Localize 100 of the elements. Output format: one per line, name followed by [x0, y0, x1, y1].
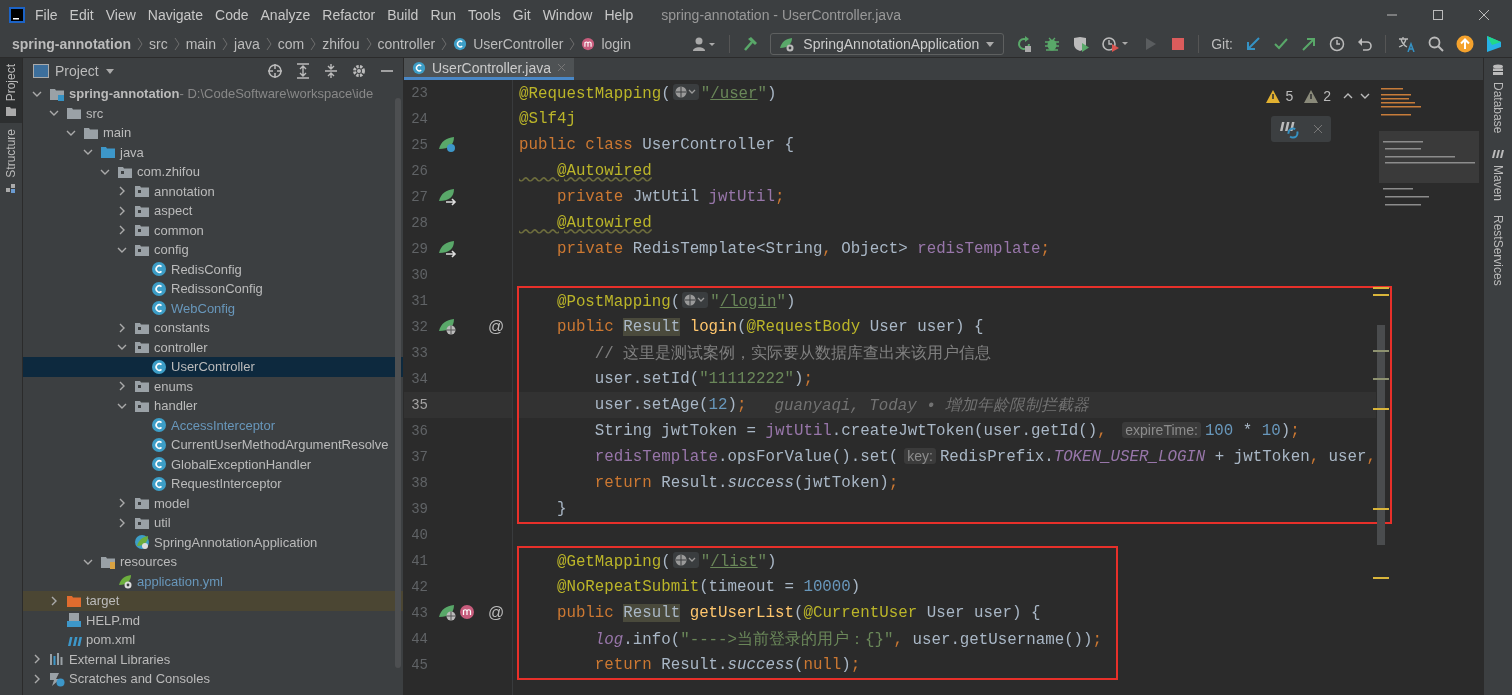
tree-row[interactable]: WebConfig — [23, 298, 403, 318]
warning-count[interactable]: 5 — [1285, 88, 1294, 104]
maven-reload-icon[interactable] — [1279, 119, 1301, 139]
collapse-all-icon[interactable] — [323, 63, 339, 79]
close-icon[interactable] — [1313, 124, 1323, 134]
tree-row[interactable]: enums — [23, 376, 403, 396]
shield-run-icon[interactable] — [1072, 35, 1091, 52]
leaf-arrow-icon[interactable] — [438, 240, 458, 258]
tree-row[interactable]: Scratches and Consoles — [23, 669, 403, 689]
menu-item[interactable]: Analyze — [260, 7, 311, 23]
user-icon[interactable] — [693, 35, 718, 52]
tree-row[interactable]: constants — [23, 318, 403, 338]
globe-icon[interactable] — [682, 291, 709, 308]
bug-icon[interactable] — [1044, 35, 1061, 52]
menu-item[interactable]: File — [35, 7, 58, 23]
update-icon[interactable] — [1456, 34, 1474, 53]
app-logo-icon — [9, 7, 25, 23]
tree-row[interactable]: application.yml — [23, 571, 403, 591]
tree-row[interactable]: spring-annotation- D:\CodeSoftware\workspace\ide — [23, 84, 403, 104]
menu-item[interactable]: Run — [430, 7, 457, 23]
menu-item[interactable]: Git — [512, 7, 531, 23]
tree-label: enums — [154, 378, 194, 394]
tree-row[interactable]: aspect — [23, 201, 403, 221]
leaf-icon[interactable] — [438, 136, 458, 154]
translate-icon[interactable] — [1398, 35, 1416, 52]
stop-icon[interactable] — [1170, 35, 1187, 52]
tree-row[interactable]: config — [23, 240, 403, 260]
tool-window-tab[interactable]: Database — [1491, 64, 1505, 134]
weak-warning-icon[interactable] — [1304, 89, 1319, 103]
tree-row[interactable]: RedissonConfig — [23, 279, 403, 299]
tree-row[interactable]: common — [23, 220, 403, 240]
search-icon[interactable] — [1428, 35, 1444, 52]
leaf-globe-icon[interactable] — [438, 604, 458, 622]
breadcrumb[interactable]: main — [185, 35, 217, 52]
profiler-icon[interactable] — [1102, 35, 1131, 52]
tree-row[interactable]: AccessInterceptor — [23, 415, 403, 435]
expand-all-icon[interactable] — [295, 63, 311, 79]
tree-row[interactable]: resources — [23, 552, 403, 572]
selected-tree-row[interactable]: UserController — [23, 357, 403, 377]
tool-window-tab[interactable]: RestServices — [1491, 215, 1505, 287]
tree-row[interactable]: SpringAnnotationApplication — [23, 532, 403, 552]
run-configuration-dropdown[interactable]: SpringAnnotationApplication — [770, 32, 1005, 55]
menu-item[interactable]: Edit — [69, 7, 94, 23]
menu-item[interactable]: Navigate — [147, 7, 204, 23]
tree-row[interactable]: handler — [23, 396, 403, 416]
rerun-icon[interactable] — [1016, 35, 1033, 52]
tree-row[interactable]: annotation — [23, 181, 403, 201]
tree-row[interactable]: GlobalExceptionHandler — [23, 454, 403, 474]
tool-window-tab[interactable]: Project — [0, 58, 22, 124]
leaf-globe-icon[interactable] — [438, 318, 458, 336]
clock-icon[interactable] — [1329, 35, 1345, 52]
tree-row[interactable]: RedisConfig — [23, 259, 403, 279]
tree-row[interactable]: main — [23, 123, 403, 143]
leaf-arrow-icon[interactable] — [438, 188, 458, 206]
tree-row[interactable]: controller — [23, 337, 403, 357]
tree-row[interactable]: model — [23, 493, 403, 513]
maximize-icon[interactable] — [1432, 9, 1444, 21]
hammer-icon[interactable] — [742, 35, 759, 52]
breadcrumb[interactable]: controller — [377, 35, 436, 52]
menu-item[interactable]: Build — [387, 7, 419, 23]
tree-row[interactable]: External Libraries — [23, 649, 403, 669]
menu-item[interactable]: View — [105, 7, 136, 23]
tree-row[interactable]: util — [23, 513, 403, 533]
breadcrumb[interactable]: zhifou — [322, 35, 360, 52]
menu-item[interactable]: Help — [604, 7, 634, 23]
menu-item[interactable]: Refactor — [322, 7, 376, 23]
tree-row[interactable]: pom.xml — [23, 630, 403, 650]
tree-row[interactable]: RequestInterceptor — [23, 474, 403, 494]
settings-icon[interactable] — [351, 63, 367, 79]
tree-row[interactable]: com.zhifou — [23, 162, 403, 182]
breadcrumb[interactable]: java — [234, 35, 260, 52]
tree-row[interactable]: java — [23, 142, 403, 162]
menu-item[interactable]: Code — [215, 7, 249, 23]
tool-window-tab[interactable]: Structure — [0, 123, 22, 201]
tree-row[interactable]: target — [23, 591, 403, 611]
globe-icon[interactable] — [672, 83, 699, 100]
implementation-marker[interactable]: @ — [488, 318, 505, 335]
tree-row[interactable]: CurrentUserMethodArgumentResolve — [23, 435, 403, 455]
breadcrumb[interactable]: login — [601, 35, 631, 52]
close-icon[interactable] — [1478, 9, 1490, 21]
caret-icon[interactable] — [104, 67, 115, 75]
toolbox-icon[interactable] — [1486, 34, 1502, 53]
warning-count[interactable]: 2 — [1323, 88, 1331, 104]
breadcrumb[interactable]: UserController — [473, 35, 564, 52]
menu-item[interactable]: Tools — [468, 7, 501, 23]
arrow-up-right-icon[interactable] — [1301, 35, 1317, 52]
crosshair-icon[interactable] — [267, 63, 283, 79]
breadcrumb[interactable]: com — [277, 35, 305, 52]
implementation-marker[interactable]: @ — [488, 604, 505, 621]
panel-title[interactable]: Project — [55, 63, 99, 79]
breadcrumb[interactable]: spring-annotation — [12, 35, 131, 52]
menu-item[interactable]: Window — [542, 7, 593, 23]
tree-row[interactable]: HELP.md — [23, 610, 403, 630]
warning-icon[interactable] — [1266, 89, 1281, 103]
breadcrumb[interactable]: src — [149, 35, 168, 52]
editor-tab[interactable]: UserController.java — [404, 58, 575, 80]
tree-row[interactable]: src — [23, 103, 403, 123]
arrow-down-left-icon[interactable] — [1245, 35, 1261, 52]
tool-window-tab[interactable]: Maven — [1491, 147, 1505, 202]
globe-icon[interactable] — [672, 551, 699, 568]
